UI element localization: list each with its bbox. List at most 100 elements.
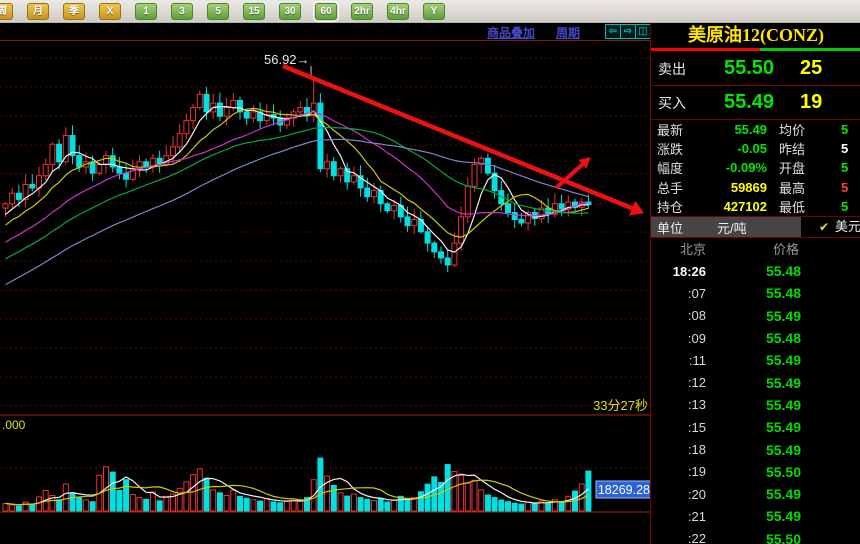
tick-row: :13 55.49 bbox=[651, 394, 860, 416]
volume-bar bbox=[518, 503, 525, 512]
volume-bar bbox=[176, 487, 183, 512]
candle-body bbox=[364, 187, 371, 198]
volume-bar bbox=[29, 503, 36, 512]
back-arrow-icon[interactable]: ⇦ bbox=[605, 24, 621, 39]
candle-body bbox=[176, 133, 183, 148]
tick-price: 55.49 bbox=[765, 396, 801, 413]
chart-top-border bbox=[0, 40, 650, 41]
candle-body bbox=[424, 231, 431, 244]
tick-price: 55.48 bbox=[765, 263, 801, 280]
tick-price: 55.49 bbox=[765, 508, 801, 525]
split-window-icon[interactable]: ◫ bbox=[635, 24, 651, 39]
candle-body bbox=[337, 168, 344, 177]
candle-body bbox=[123, 172, 130, 180]
timeframe-button-周[interactable]: 周 bbox=[0, 2, 13, 20]
volume-bar bbox=[277, 502, 284, 512]
timeframe-button-季[interactable]: 季 bbox=[63, 2, 85, 20]
period-link[interactable]: 周期 bbox=[556, 24, 580, 41]
timeframe-button-1[interactable]: 1 bbox=[135, 2, 157, 20]
stat-label: 最新 bbox=[657, 123, 684, 139]
price-volume-chart[interactable]: 56.92→ 33分27秒 .000 18269.28 bbox=[0, 0, 650, 544]
stat-label: 最高 bbox=[779, 180, 806, 196]
tick-price: 55.49 bbox=[765, 374, 801, 391]
volume-bar bbox=[2, 502, 9, 512]
forward-arrow-icon[interactable]: ⇨ bbox=[620, 24, 636, 39]
unit-selector-usd[interactable]: 美元 bbox=[835, 217, 860, 237]
volume-bar bbox=[129, 494, 136, 512]
volume-bar bbox=[136, 497, 143, 512]
bid-size: 19 bbox=[800, 91, 823, 113]
high-price-annotation: 56.92→ bbox=[264, 52, 310, 67]
tick-row: :20 55.49 bbox=[651, 483, 860, 505]
candle-body bbox=[103, 155, 109, 165]
tick-row: :08 55.49 bbox=[651, 305, 860, 327]
candle-body bbox=[438, 251, 444, 259]
candle-body bbox=[42, 163, 49, 177]
tick-time: 18:26 bbox=[672, 263, 706, 279]
volume-bar bbox=[36, 496, 42, 512]
overlay-link[interactable]: 商品叠加 bbox=[487, 24, 535, 41]
volume-bar bbox=[243, 497, 250, 512]
stat-value: 5 bbox=[841, 122, 849, 138]
candle-body bbox=[230, 100, 237, 108]
volume-bar bbox=[337, 492, 344, 512]
tick-time: :22 bbox=[687, 531, 706, 544]
volume-bar bbox=[210, 489, 217, 512]
candle-body bbox=[96, 163, 103, 174]
candle-body bbox=[505, 203, 511, 213]
volume-bar bbox=[89, 501, 96, 512]
ask-label: 卖出 bbox=[658, 60, 686, 77]
candle-body bbox=[431, 242, 438, 253]
trading-app-window: 周月季X1351530602hr4hrY 商品叠加 周期 ⇦ ⇨ ◫ 56.92… bbox=[0, 0, 860, 544]
unit-selector-cny[interactable]: 单位 元/吨 bbox=[651, 217, 801, 237]
volume-bar bbox=[183, 481, 190, 512]
candle-body bbox=[384, 203, 391, 212]
candle-body bbox=[15, 192, 22, 200]
candle-body bbox=[183, 120, 190, 135]
volume-bar bbox=[364, 498, 371, 512]
volume-bar bbox=[250, 499, 257, 512]
timeframe-button-Y[interactable]: Y bbox=[423, 2, 445, 20]
volume-bar bbox=[156, 500, 163, 512]
tick-row: :09 55.48 bbox=[651, 327, 860, 349]
tick-price: 55.50 bbox=[765, 530, 801, 544]
volume-bar bbox=[344, 495, 351, 512]
volume-bar bbox=[283, 500, 290, 512]
volume-bar bbox=[525, 501, 532, 512]
volume-bar bbox=[237, 495, 243, 512]
timeframe-button-60[interactable]: 60 bbox=[313, 0, 339, 22]
candle-body bbox=[444, 257, 451, 266]
volume-bar bbox=[223, 494, 230, 512]
volume-scale-label: .000 bbox=[2, 418, 26, 432]
timeframe-button-X[interactable]: X bbox=[99, 2, 121, 20]
tick-row: :11 55.49 bbox=[651, 349, 860, 371]
volume-bar bbox=[257, 500, 264, 512]
ask-price: 55.50 bbox=[723, 57, 775, 79]
tick-time: :11 bbox=[688, 352, 706, 368]
timeframe-button-月[interactable]: 月 bbox=[27, 2, 49, 20]
stat-value: 59869 bbox=[730, 179, 767, 195]
timeframe-button-15[interactable]: 15 bbox=[243, 2, 265, 20]
stat-label: 昨结 bbox=[779, 142, 806, 158]
volume-bar bbox=[545, 502, 552, 512]
volume-bar bbox=[109, 471, 116, 512]
timeframe-button-5[interactable]: 5 bbox=[207, 2, 229, 20]
timeframe-button-30[interactable]: 30 bbox=[279, 2, 301, 20]
volume-bar bbox=[357, 497, 364, 512]
stat-value: 5 bbox=[841, 198, 849, 214]
candle-body bbox=[76, 155, 83, 168]
timeframe-button-2hr[interactable]: 2hr bbox=[351, 2, 373, 20]
stat-label: 最低 bbox=[779, 199, 806, 215]
timeframe-button-4hr[interactable]: 4hr bbox=[387, 2, 409, 20]
timeframe-toolbar: 周月季X135 15 30 60 2hr 4hr Y bbox=[0, 0, 860, 23]
timeframe-button-3[interactable]: 3 bbox=[171, 2, 193, 20]
stat-value: -0.05 bbox=[737, 141, 767, 157]
tick-price-header: 价格 bbox=[772, 242, 799, 257]
stat-label: 均价 bbox=[779, 123, 806, 139]
stat-value: 5 bbox=[841, 141, 849, 157]
volume-bar bbox=[558, 500, 565, 512]
ask-row: 卖出 55.50 25 bbox=[651, 52, 860, 85]
tick-row: :12 55.49 bbox=[651, 371, 860, 393]
stat-row: 最新 55.49 均价 5 bbox=[651, 120, 860, 139]
volume-bar bbox=[464, 482, 471, 512]
